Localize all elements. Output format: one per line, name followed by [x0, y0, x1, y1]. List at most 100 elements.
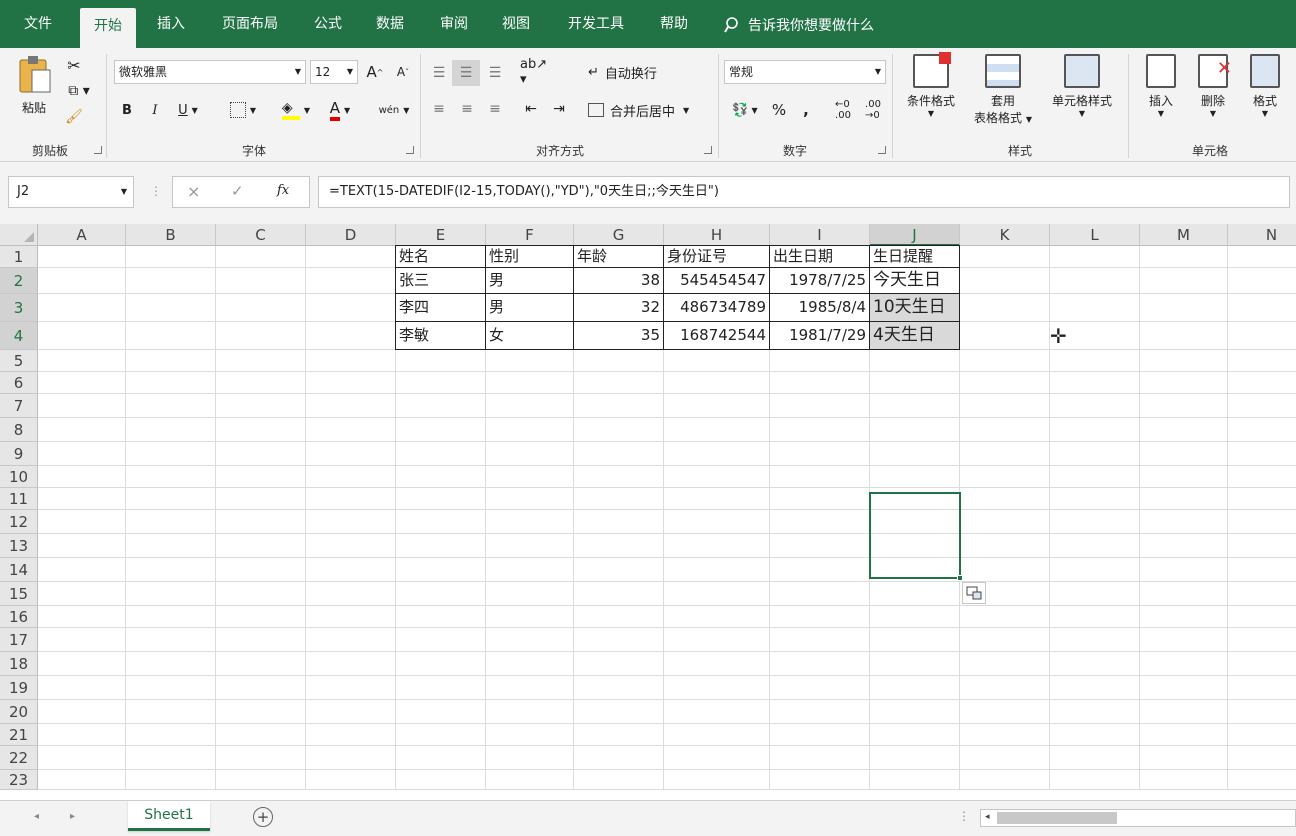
row-header-21[interactable]: 21	[0, 724, 38, 746]
row-header-19[interactable]: 19	[0, 676, 38, 700]
cell-n2[interactable]	[1228, 268, 1296, 294]
cell-i15[interactable]	[770, 582, 870, 606]
cell-a20[interactable]	[38, 700, 126, 724]
row-header-6[interactable]: 6	[0, 372, 38, 394]
tab-data[interactable]: 数据	[366, 0, 414, 48]
cell-l7[interactable]	[1050, 394, 1140, 418]
orientation-button[interactable]: ab↗ ▾	[520, 57, 556, 87]
alignment-launcher[interactable]	[704, 146, 712, 154]
cell-h8[interactable]	[664, 418, 770, 442]
cell-g7[interactable]	[574, 394, 664, 418]
align-right-button[interactable]: ≡	[484, 98, 506, 120]
align-bottom-button[interactable]: ☰	[484, 62, 506, 84]
cell-d15[interactable]	[306, 582, 396, 606]
cell-c7[interactable]	[216, 394, 306, 418]
cell-c10[interactable]	[216, 466, 306, 488]
cell-a1[interactable]	[38, 246, 126, 268]
cell-k16[interactable]	[960, 606, 1050, 628]
cell-m15[interactable]	[1140, 582, 1228, 606]
row-header-13[interactable]: 13	[0, 534, 38, 558]
cell-b14[interactable]	[126, 558, 216, 582]
cell-a22[interactable]	[38, 746, 126, 770]
cell-m8[interactable]	[1140, 418, 1228, 442]
select-all-button[interactable]	[0, 224, 38, 246]
row-header-10[interactable]: 10	[0, 466, 38, 488]
increase-indent-button[interactable]: ⇥	[548, 98, 570, 120]
cell-i5[interactable]	[770, 350, 870, 372]
cell-n14[interactable]	[1228, 558, 1296, 582]
cell-j21[interactable]	[870, 724, 960, 746]
cell-h9[interactable]	[664, 442, 770, 466]
cell-b6[interactable]	[126, 372, 216, 394]
cell-i17[interactable]	[770, 628, 870, 652]
cell-b23[interactable]	[126, 770, 216, 790]
row-header-2[interactable]: 2	[0, 268, 38, 294]
cell-d20[interactable]	[306, 700, 396, 724]
cell-i22[interactable]	[770, 746, 870, 770]
cell-g20[interactable]	[574, 700, 664, 724]
cell-c20[interactable]	[216, 700, 306, 724]
row-header-8[interactable]: 8	[0, 418, 38, 442]
cell-b15[interactable]	[126, 582, 216, 606]
table-cell[interactable]: 4天生日	[869, 321, 960, 350]
column-header-l[interactable]: L	[1050, 224, 1140, 246]
worksheet-grid[interactable]: ABCDEFGHIJKLMN 1 2 3 4 5 6 7 8 9 10 11 12 13 14 15 16 17…	[0, 224, 1296, 800]
cell-e12[interactable]	[396, 510, 486, 534]
cell-b18[interactable]	[126, 652, 216, 676]
cell-j8[interactable]	[870, 418, 960, 442]
cell-i21[interactable]	[770, 724, 870, 746]
cell-j7[interactable]	[870, 394, 960, 418]
cell-d1[interactable]	[306, 246, 396, 268]
cell-d17[interactable]	[306, 628, 396, 652]
tab-home[interactable]: 开始	[80, 8, 136, 48]
table-cell[interactable]: 545454547	[663, 267, 770, 294]
row-header-15[interactable]: 15	[0, 582, 38, 606]
table-cell[interactable]: 38	[573, 267, 664, 294]
row-header-14[interactable]: 14	[0, 558, 38, 582]
cell-n1[interactable]	[1228, 246, 1296, 268]
cell-g16[interactable]	[574, 606, 664, 628]
cell-n17[interactable]	[1228, 628, 1296, 652]
cell-n20[interactable]	[1228, 700, 1296, 724]
cell-a18[interactable]	[38, 652, 126, 676]
cell-n18[interactable]	[1228, 652, 1296, 676]
cell-b9[interactable]	[126, 442, 216, 466]
cell-c13[interactable]	[216, 534, 306, 558]
cell-b16[interactable]	[126, 606, 216, 628]
cell-f5[interactable]	[486, 350, 574, 372]
cell-g18[interactable]	[574, 652, 664, 676]
cell-h12[interactable]	[664, 510, 770, 534]
cell-i19[interactable]	[770, 676, 870, 700]
cell-m1[interactable]	[1140, 246, 1228, 268]
cell-c22[interactable]	[216, 746, 306, 770]
cell-k17[interactable]	[960, 628, 1050, 652]
cell-f15[interactable]	[486, 582, 574, 606]
cell-f8[interactable]	[486, 418, 574, 442]
cell-i11[interactable]	[770, 488, 870, 510]
cell-g19[interactable]	[574, 676, 664, 700]
cell-f21[interactable]	[486, 724, 574, 746]
cell-n6[interactable]	[1228, 372, 1296, 394]
cell-i18[interactable]	[770, 652, 870, 676]
table-cell[interactable]: 男	[485, 293, 574, 322]
cell-f18[interactable]	[486, 652, 574, 676]
wrap-text-button[interactable]: ↵ 自动换行	[588, 60, 688, 84]
cell-k18[interactable]	[960, 652, 1050, 676]
cell-b20[interactable]	[126, 700, 216, 724]
borders-button[interactable]: ▼	[222, 98, 264, 122]
cell-l18[interactable]	[1050, 652, 1140, 676]
tab-help[interactable]: 帮助	[650, 0, 698, 48]
cell-e19[interactable]	[396, 676, 486, 700]
cell-e7[interactable]	[396, 394, 486, 418]
merge-center-button[interactable]: 合并后居中 ▼	[588, 98, 712, 122]
cell-h6[interactable]	[664, 372, 770, 394]
cell-e6[interactable]	[396, 372, 486, 394]
comma-button[interactable]: ,	[796, 98, 816, 122]
cell-g21[interactable]	[574, 724, 664, 746]
cell-c15[interactable]	[216, 582, 306, 606]
cell-a6[interactable]	[38, 372, 126, 394]
cell-n19[interactable]	[1228, 676, 1296, 700]
cell-c2[interactable]	[216, 268, 306, 294]
column-header-f[interactable]: F	[486, 224, 574, 246]
cell-f6[interactable]	[486, 372, 574, 394]
